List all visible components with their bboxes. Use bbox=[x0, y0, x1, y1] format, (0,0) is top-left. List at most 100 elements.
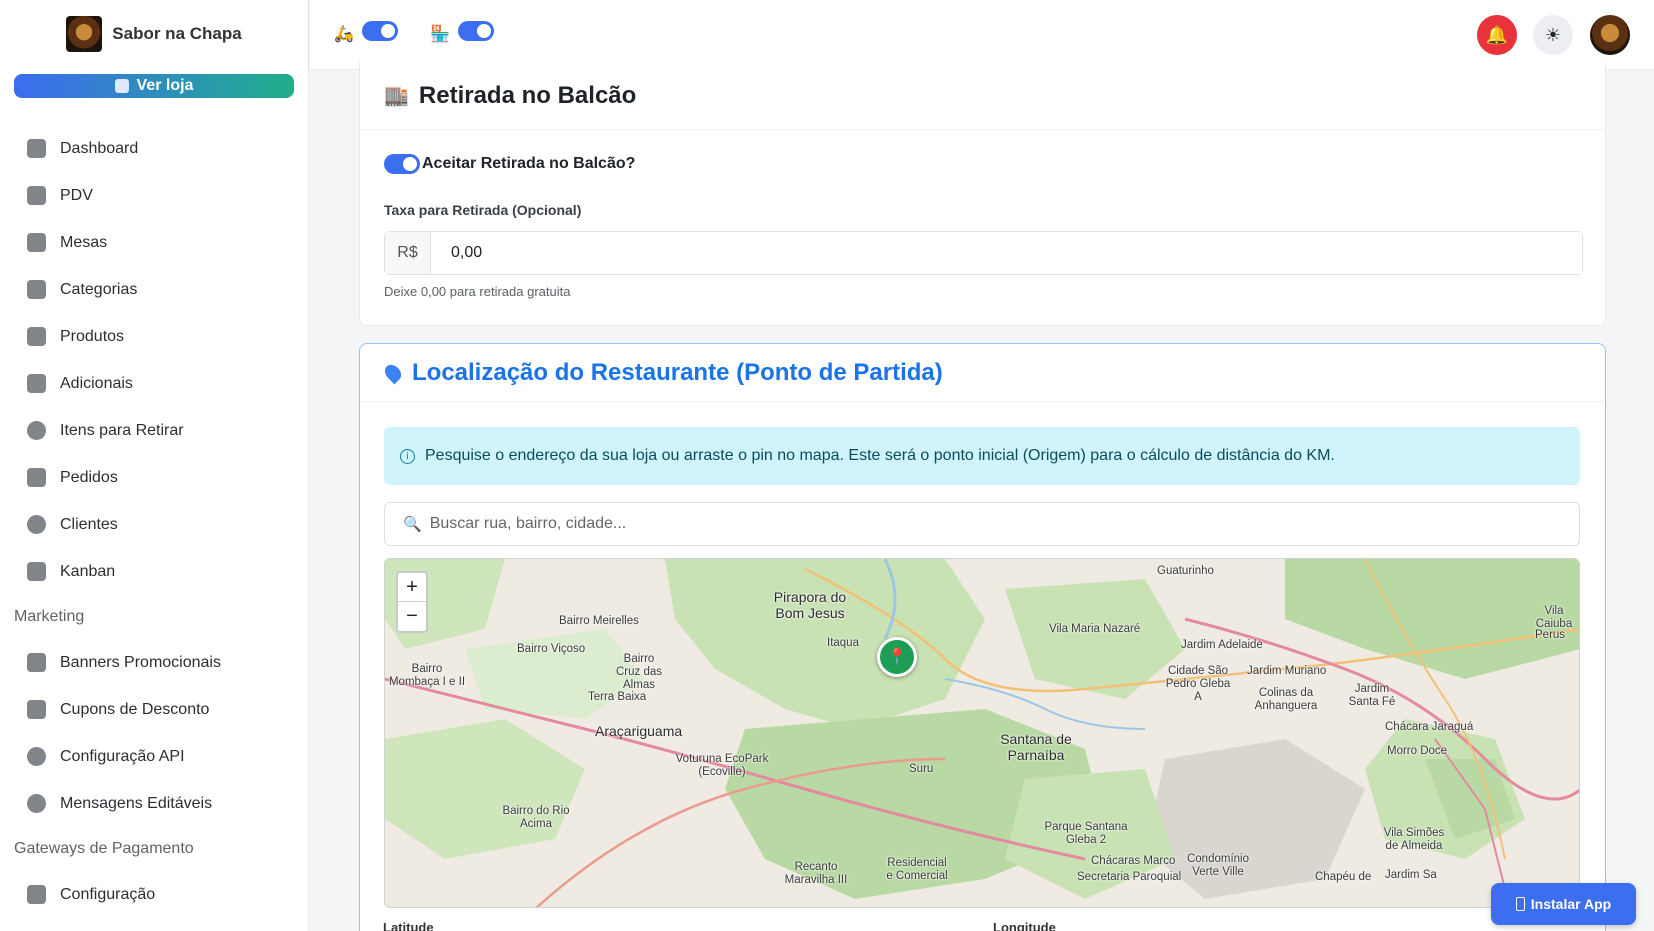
sidebar-item-configuracao[interactable]: Configuração bbox=[0, 871, 309, 918]
pickup-card-header: 🏬 Retirada no Balcão bbox=[360, 62, 1605, 130]
sidebar-item-categorias[interactable]: Categorias bbox=[0, 266, 309, 313]
pickup-card: 🏬 Retirada no Balcão Aceitar Retirada no… bbox=[359, 62, 1606, 326]
motorcycle-icon: 🛵 bbox=[334, 26, 354, 43]
sidebar-item-pedidos[interactable]: Pedidos bbox=[0, 454, 309, 501]
search-icon: 🔍 bbox=[403, 516, 422, 533]
sidebar-item-produtos[interactable]: Produtos bbox=[0, 313, 309, 360]
image-icon bbox=[27, 653, 46, 672]
latitude-label: Latitude bbox=[383, 920, 434, 931]
sidebar-item-label: Cupons de Desconto bbox=[60, 700, 210, 718]
restaurant-pin-marker[interactable]: 📍 bbox=[877, 637, 917, 677]
home-icon bbox=[27, 139, 46, 158]
grid-icon bbox=[27, 280, 46, 299]
location-title: Localização do Restaurante (Ponto de Par… bbox=[412, 358, 943, 386]
map-label: Jardim Sa bbox=[1385, 869, 1437, 881]
theme-toggle-button[interactable]: ☀ bbox=[1533, 15, 1573, 55]
sidebar-item-label: Itens para Retirar bbox=[60, 421, 184, 439]
sidebar-item-label: Pedidos bbox=[60, 468, 118, 486]
sidebar-item-kanban[interactable]: Kanban bbox=[0, 548, 309, 595]
map-label: Chácara Jaraguá bbox=[1385, 721, 1474, 733]
sidebar-item-dashboard[interactable]: Dashboard bbox=[0, 125, 309, 172]
avatar[interactable] bbox=[1590, 15, 1630, 55]
info-icon: i bbox=[400, 448, 415, 464]
map-label: Parque Santana Gleba 2 bbox=[1044, 821, 1128, 846]
view-store-button[interactable]: Ver loja bbox=[14, 74, 294, 98]
location-card: Localização do Restaurante (Ponto de Par… bbox=[359, 343, 1606, 931]
map-label: Cidade São Pedro Gleba A bbox=[1165, 665, 1231, 703]
sidebar-item-label: Adicionais bbox=[60, 374, 133, 392]
map-label: Bairro Viçoso bbox=[517, 643, 586, 655]
location-info-text: Pesquise o endereço da sua loja ou arras… bbox=[425, 447, 1335, 464]
pickup-fee-input[interactable] bbox=[431, 232, 1582, 274]
sidebar-item-banners[interactable]: Banners Promocionais bbox=[0, 639, 309, 686]
install-app-button[interactable]: Instalar App bbox=[1491, 883, 1636, 925]
sidebar-item-label: Clientes bbox=[60, 515, 118, 533]
map-label: Santana de Parnaíba bbox=[1000, 731, 1072, 763]
currency-prefix: R$ bbox=[385, 232, 431, 274]
map-label: Voturuna EcoPark (Ecoville) bbox=[675, 753, 769, 778]
zoom-in-button[interactable]: + bbox=[398, 573, 426, 602]
sidebar-item-mesas[interactable]: Mesas bbox=[0, 219, 309, 266]
ticket-icon bbox=[27, 700, 46, 719]
couch-icon bbox=[27, 233, 46, 252]
map-label: Condomínio Verte Ville bbox=[1186, 853, 1249, 878]
view-store-label: Ver loja bbox=[136, 77, 194, 94]
accept-pickup-toggle[interactable] bbox=[384, 154, 420, 174]
card-icon bbox=[27, 885, 46, 904]
pickup-fee-group: R$ bbox=[384, 231, 1583, 275]
map-label: Perus bbox=[1535, 629, 1566, 641]
zoom-out-button[interactable]: − bbox=[398, 602, 426, 631]
map-label: Jardim Adelaide bbox=[1181, 639, 1263, 651]
map-label: Terra Baixa bbox=[588, 691, 647, 703]
sidebar-item-label: Kanban bbox=[60, 562, 116, 580]
pickup-fee-help: Deixe 0,00 para retirada gratuita bbox=[384, 284, 571, 299]
map-zoom-controls: + − bbox=[396, 571, 428, 633]
map-label: Morro Doce bbox=[1387, 745, 1448, 757]
sidebar-item-mensagens[interactable]: Mensagens Editáveis bbox=[0, 780, 309, 827]
notifications-button[interactable]: 🔔 bbox=[1477, 15, 1517, 55]
calculator-icon bbox=[27, 186, 46, 205]
whatsapp-icon bbox=[27, 747, 46, 766]
bell-icon: 🔔 bbox=[1485, 24, 1509, 45]
map-label: Bairro Cruz das Almas bbox=[615, 653, 663, 691]
map-label: Guaturinho bbox=[1157, 565, 1214, 577]
sidebar-nav: Dashboard PDV Mesas Categorias Produtos … bbox=[0, 125, 309, 918]
sidebar-item-clientes[interactable]: Clientes bbox=[0, 501, 309, 548]
map-label: Jardim Santa Fé bbox=[1348, 683, 1396, 708]
cart-icon bbox=[27, 468, 46, 487]
minus-circle-icon bbox=[27, 421, 46, 440]
sidebar-item-cupons[interactable]: Cupons de Desconto bbox=[0, 686, 309, 733]
brand-logo-icon bbox=[66, 16, 103, 52]
users-icon bbox=[27, 515, 46, 534]
delivery-toggle[interactable] bbox=[362, 21, 398, 41]
sidebar-item-label: Dashboard bbox=[60, 139, 139, 157]
section-marketing: Marketing bbox=[14, 608, 85, 625]
sidebar-item-adicionais[interactable]: Adicionais bbox=[0, 360, 309, 407]
store-icon: 🏪 bbox=[430, 26, 450, 43]
address-search-input[interactable] bbox=[429, 515, 1530, 533]
pickup-fee-label: Taxa para Retirada (Opcional) bbox=[384, 202, 582, 218]
sidebar-item-api[interactable]: Configuração API bbox=[0, 733, 309, 780]
sidebar-item-label: PDV bbox=[60, 186, 93, 204]
section-gateways: Gateways de Pagamento bbox=[14, 840, 194, 857]
map-label: Residencial e Comercial bbox=[886, 857, 948, 882]
address-search: 🔍 bbox=[384, 502, 1580, 546]
pickup-title: Retirada no Balcão bbox=[418, 81, 637, 109]
store-open-toggle[interactable] bbox=[458, 21, 494, 41]
map-label: Chácaras Marco bbox=[1091, 855, 1176, 867]
sidebar-item-label: Mesas bbox=[60, 233, 108, 251]
sidebar-item-pdv[interactable]: PDV bbox=[0, 172, 309, 219]
shop-icon: 🏬 bbox=[384, 85, 409, 107]
map-pin-icon bbox=[381, 361, 405, 384]
brand[interactable]: Sabor na Chapa bbox=[0, 0, 308, 68]
map[interactable]: + − 📍 Pirapora do Bom Jesus Guaturinho B… bbox=[384, 558, 1580, 908]
install-app-label: Instalar App bbox=[1530, 896, 1612, 912]
sidebar-item-label: Configuração bbox=[60, 885, 156, 903]
phone-icon bbox=[1515, 897, 1525, 911]
map-label: Pirapora do Bom Jesus bbox=[773, 589, 847, 621]
layers-icon bbox=[27, 374, 46, 393]
pushpin-icon: 📍 bbox=[887, 649, 907, 666]
sidebar-item-itens-retirar[interactable]: Itens para Retirar bbox=[0, 407, 309, 454]
location-card-header: Localização do Restaurante (Ponto de Par… bbox=[360, 344, 1605, 402]
map-label: Secretaria Paroquial bbox=[1077, 871, 1182, 883]
